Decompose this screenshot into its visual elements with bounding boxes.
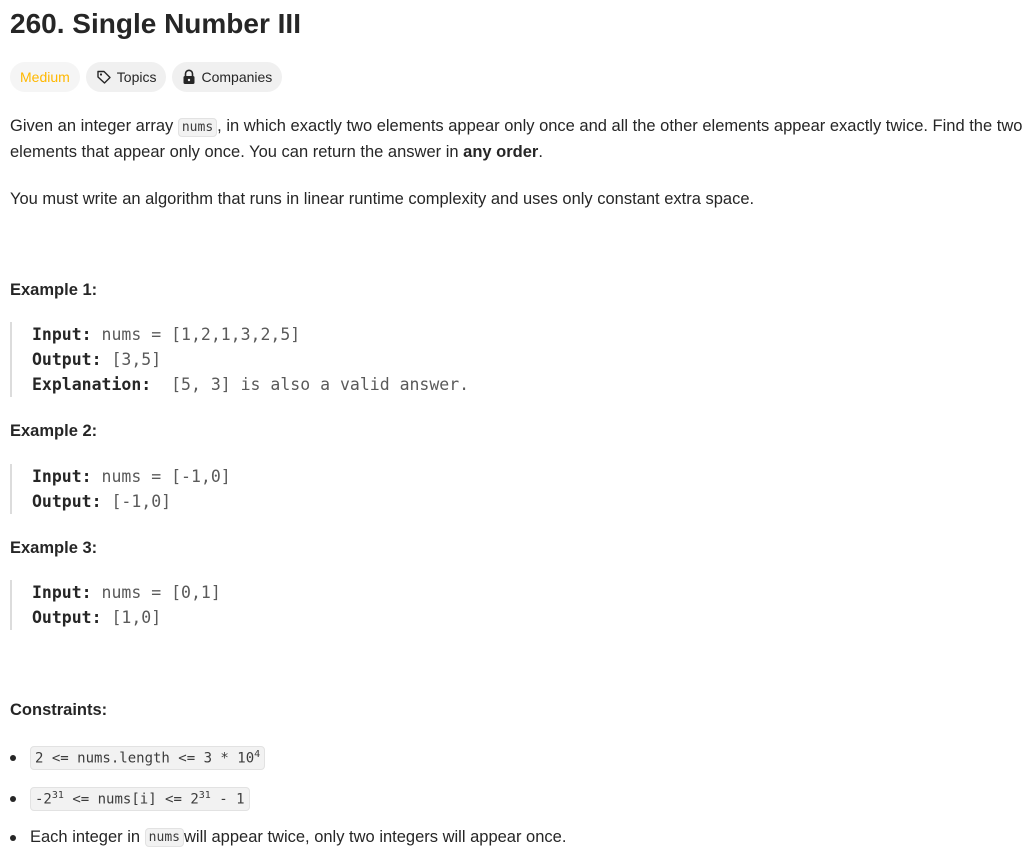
input-label: Input: xyxy=(32,583,92,602)
explanation-value: [5, 3] is also a valid answer. xyxy=(151,375,470,394)
inline-code-nums: nums xyxy=(144,828,184,847)
companies-button[interactable]: Companies xyxy=(172,62,283,92)
description-text: . xyxy=(538,143,543,161)
constraint-code: 2 <= nums.length <= 3 * 104 xyxy=(30,746,266,770)
tag-icon xyxy=(96,69,112,85)
description-paragraph-1: Given an integer array nums, in which ex… xyxy=(10,114,1025,165)
constraints-heading: Constraints: xyxy=(10,701,108,719)
inline-code-nums: nums xyxy=(177,118,218,137)
topics-label: Topics xyxy=(116,69,157,85)
input-value: nums = [-1,0] xyxy=(91,467,231,486)
constraint-text: Each integer in xyxy=(30,828,141,846)
problem-title: 260. Single Number III xyxy=(10,8,301,39)
output-value: [1,0] xyxy=(101,608,162,627)
companies-label: Companies xyxy=(201,69,273,85)
example-2-block: Input: nums = [-1,0] Output: [-1,0] xyxy=(10,464,231,514)
difficulty-badge: Medium xyxy=(10,62,80,92)
description-paragraph-2: You must write an algorithm that runs in… xyxy=(10,187,1025,212)
output-label: Output: xyxy=(32,492,102,511)
example-3-heading: Example 3: xyxy=(10,539,98,557)
input-label: Input: xyxy=(32,325,92,344)
bullet xyxy=(10,754,16,761)
example-2-heading: Example 2: xyxy=(10,422,98,440)
bold-any-order: any order xyxy=(463,143,539,161)
constraint-item: -231 <= nums[i] <= 231 - 1 xyxy=(10,787,250,811)
input-value: nums = [1,2,1,3,2,5] xyxy=(91,325,301,344)
output-value: [3,5] xyxy=(101,350,162,369)
explanation-label: Explanation: xyxy=(32,375,152,394)
description-text: You must write an algorithm that runs in… xyxy=(10,190,755,208)
constraint-code: -231 <= nums[i] <= 231 - 1 xyxy=(30,787,250,811)
input-value: nums = [0,1] xyxy=(91,583,221,602)
output-value: [-1,0] xyxy=(101,492,172,511)
bullet xyxy=(10,834,16,841)
constraint-item: 2 <= nums.length <= 3 * 104 xyxy=(10,746,266,770)
example-1-block: Input: nums = [1,2,1,3,2,5] Output: [3,5… xyxy=(10,322,469,397)
example-1-heading: Example 1: xyxy=(10,281,98,299)
constraint-item: Each integer in nums will appear twice, … xyxy=(10,828,566,847)
output-label: Output: xyxy=(32,608,102,627)
bullet xyxy=(10,795,16,802)
input-label: Input: xyxy=(32,467,92,486)
constraint-text: will appear twice, only two integers wil… xyxy=(183,828,567,846)
lock-icon xyxy=(182,69,196,85)
example-3-block: Input: nums = [0,1] Output: [1,0] xyxy=(10,580,221,630)
output-label: Output: xyxy=(32,350,102,369)
description-text: Given an integer array xyxy=(10,117,178,135)
topics-button[interactable]: Topics xyxy=(85,62,167,92)
tag-bar: Medium Topics Companies xyxy=(10,62,283,92)
